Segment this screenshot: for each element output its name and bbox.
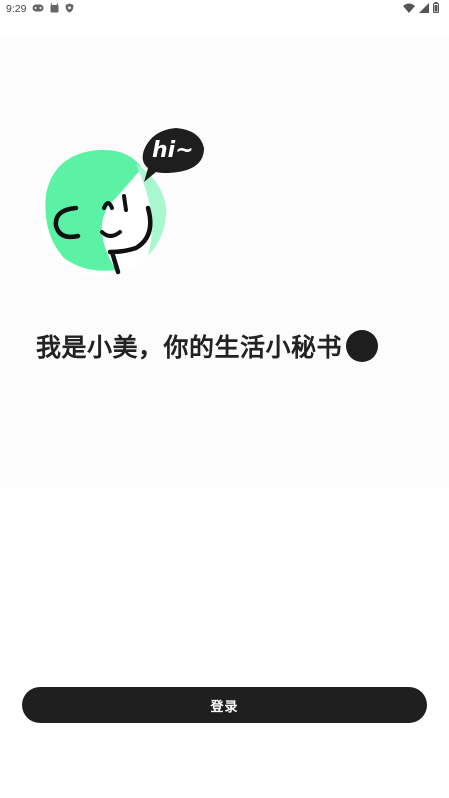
battery-icon [433, 2, 439, 16]
typing-cursor-dot [346, 330, 379, 362]
wifi-icon [403, 3, 415, 16]
android-icon [50, 2, 59, 16]
status-bar: 9:29 [0, 0, 449, 18]
login-button[interactable]: 登录 [22, 687, 427, 723]
status-time: 9:29 [6, 3, 27, 15]
greeting: 我是小美，你的生活小秘书 [36, 328, 379, 364]
status-right [403, 2, 439, 16]
greeting-text: 我是小美，你的生活小秘书 [36, 333, 343, 362]
app-screen: 9:29 hi~ 我是小美，你的生活小秘书 登录 [0, 0, 449, 798]
status-left: 9:29 [6, 2, 74, 16]
gamepad-icon [32, 4, 44, 15]
speech-bubble-text: hi~ [152, 138, 194, 163]
signal-icon [419, 2, 429, 16]
mascot-avatar: hi~ [36, 124, 212, 280]
shield-icon [65, 3, 74, 16]
